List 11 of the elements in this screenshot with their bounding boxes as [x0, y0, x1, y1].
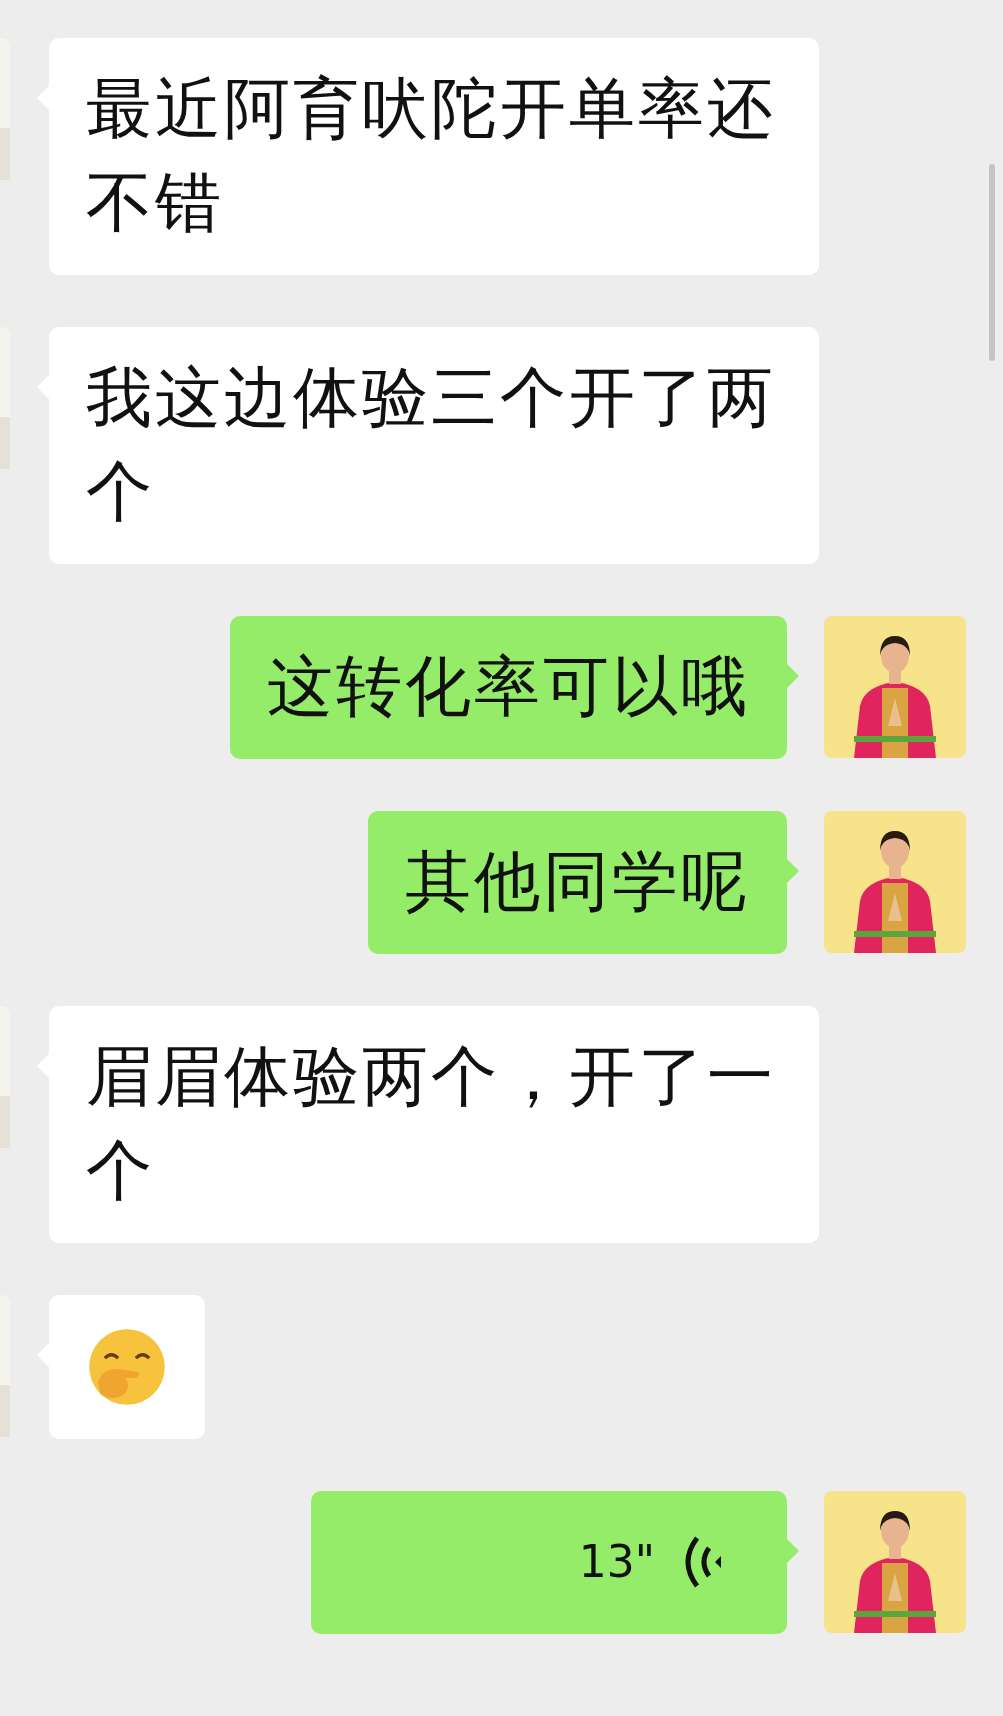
message-bubble: 我这边体验三个开了两个: [49, 327, 819, 564]
message-bubble: 最近阿育吠陀开单率还不错: [49, 38, 819, 275]
message-bubble: 其他同学呢: [368, 811, 787, 954]
bubble-tail: [787, 1539, 799, 1563]
voice-duration: 13": [578, 1535, 655, 1589]
bubble-tail: [787, 859, 799, 883]
voice-message[interactable]: 13": [311, 1491, 787, 1634]
message-bubble: 眉眉体验两个，开了一个: [49, 1006, 819, 1243]
bubble-tail: [787, 664, 799, 688]
message-bubble: 这转化率可以哦: [230, 616, 787, 759]
face-with-hand-icon: [87, 1327, 167, 1407]
